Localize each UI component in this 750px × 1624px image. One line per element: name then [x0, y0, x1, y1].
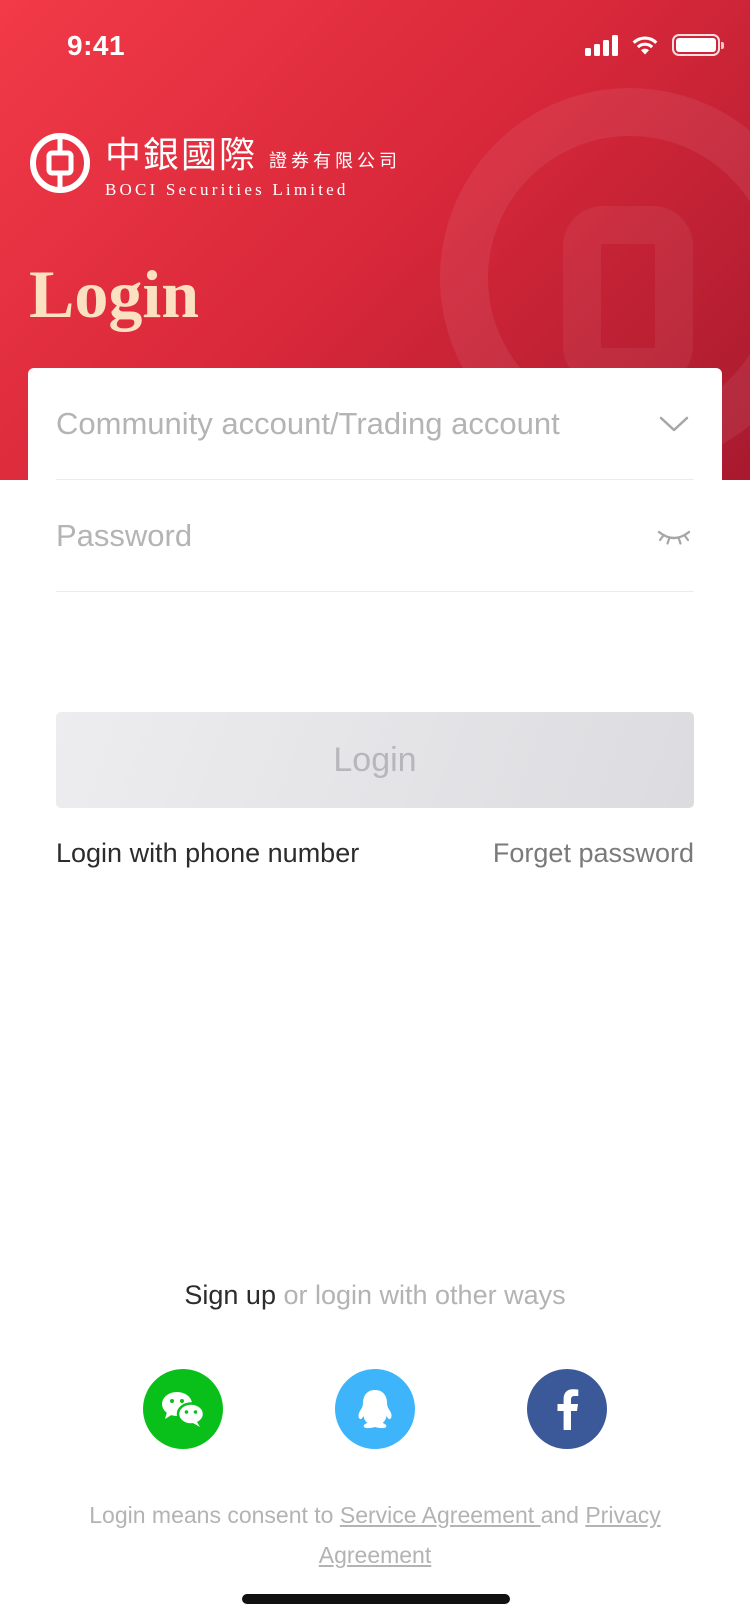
login-button[interactable]: Login [56, 712, 694, 808]
forget-password-link[interactable]: Forget password [493, 838, 694, 869]
qq-icon [358, 1390, 392, 1429]
consent-prefix: Login means consent to [89, 1502, 340, 1528]
battery-icon [672, 34, 724, 56]
home-indicator [242, 1594, 510, 1604]
service-agreement-link[interactable]: Service Agreement [340, 1502, 541, 1528]
wechat-icon [162, 1392, 206, 1427]
consent-and: and [540, 1502, 586, 1528]
wechat-login-button[interactable] [143, 1369, 223, 1449]
status-icons [585, 34, 724, 56]
login-with-phone-link[interactable]: Login with phone number [56, 838, 359, 869]
cellular-signal-icon [585, 34, 618, 56]
page-title: Login [29, 256, 200, 332]
status-time: 9:41 [67, 30, 126, 61]
account-dropdown-button[interactable] [654, 404, 694, 444]
account-input[interactable] [56, 405, 616, 442]
account-field [56, 368, 694, 480]
brand-suffix-cn: 證券有限公司 [269, 151, 402, 172]
legal-consent: Login means consent to Service Agreement… [60, 1495, 690, 1575]
chevron-down-icon [659, 416, 689, 431]
password-field [56, 480, 694, 592]
password-input[interactable] [56, 517, 616, 554]
other-ways-text: or login with other ways [275, 1280, 566, 1310]
password-visibility-toggle[interactable] [654, 516, 694, 556]
wifi-icon [632, 36, 658, 55]
brand-logo: 中銀國際 證券有限公司 BOCI Securities Limited [29, 126, 401, 200]
brand-name-cn: 中銀國際 [105, 135, 258, 176]
facebook-icon [557, 1389, 579, 1430]
sign-up-link[interactable]: Sign up [184, 1280, 276, 1310]
qq-login-button[interactable] [335, 1369, 415, 1449]
brand-name-en: BOCI Securities Limited [105, 180, 349, 199]
alternate-login-prompt: Sign up or login with other ways [0, 1280, 750, 1311]
boc-logo-icon [30, 133, 90, 193]
eye-closed-icon [657, 530, 691, 545]
facebook-login-button[interactable] [527, 1369, 607, 1449]
